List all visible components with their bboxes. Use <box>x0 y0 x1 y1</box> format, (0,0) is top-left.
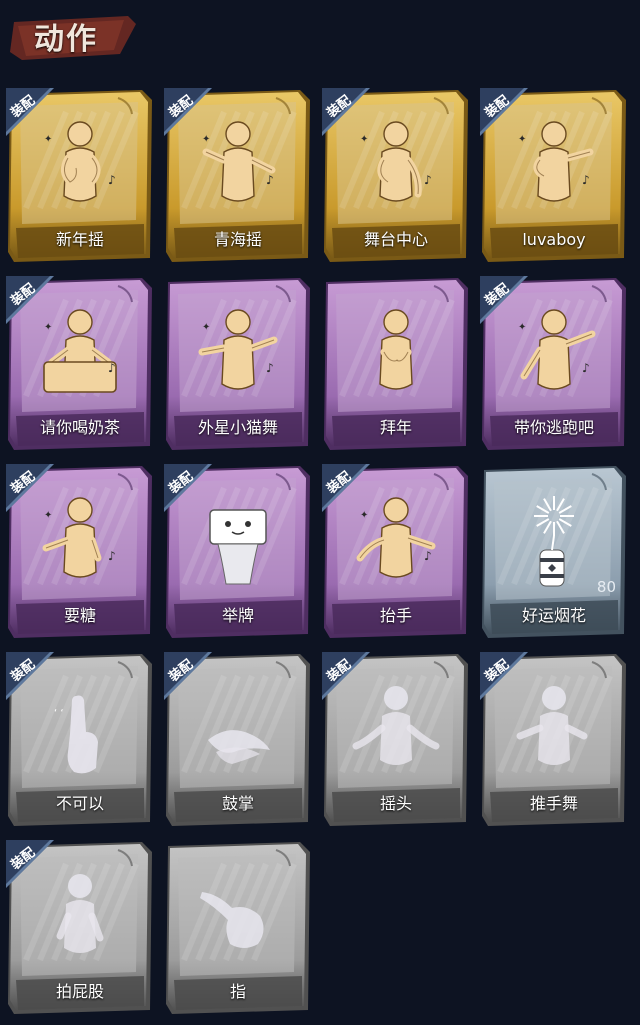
svg-text:♪: ♪ <box>424 549 432 563</box>
svg-text:♪: ♪ <box>108 361 116 375</box>
equipped-badge: 装配 <box>480 276 536 332</box>
emote-card[interactable]: ‘ ‘装配不可以 <box>6 652 154 828</box>
emote-card[interactable]: ♪ ✦ 装配 舞台中心 <box>322 88 470 264</box>
equipped-badge: 装配 <box>6 840 62 896</box>
emote-card[interactable]: 装配推手舞 <box>480 652 628 828</box>
svg-text:♪: ♪ <box>266 361 274 375</box>
emote-card-label: 好运烟花 <box>521 606 586 625</box>
emote-card-label: 抬手 <box>379 606 412 625</box>
emote-icon <box>534 496 574 587</box>
emote-card[interactable]: ♪ ✦ 装配 带你逃跑吧 <box>480 276 628 452</box>
section-header: 动作 <box>0 0 640 78</box>
svg-text:♪: ♪ <box>582 173 590 187</box>
svg-text:♪: ♪ <box>108 549 116 563</box>
equipped-badge: 装配 <box>6 88 62 144</box>
emote-card-label: 请你喝奶茶 <box>39 418 120 437</box>
svg-text:♪: ♪ <box>582 361 590 375</box>
emote-card-label: 青海摇 <box>213 230 262 249</box>
emote-card[interactable]: 拜年 <box>322 276 470 452</box>
emote-icon: ♪✦ <box>198 309 278 390</box>
equipped-badge: 装配 <box>6 276 62 332</box>
emote-card[interactable]: 指 <box>164 840 312 1016</box>
item-count: 80 <box>596 578 616 596</box>
firework-icon <box>534 496 574 587</box>
figure-slap-icon <box>56 874 104 953</box>
emote-card[interactable]: 装配举牌 <box>164 464 312 640</box>
emote-card-label: 推手舞 <box>529 794 578 813</box>
svg-text:♪: ♪ <box>108 173 116 187</box>
emote-card-label: luvaboy <box>522 230 586 249</box>
emote-card[interactable]: 装配拍屁股 <box>6 840 154 1016</box>
emote-card-label: 外星小猫舞 <box>197 418 278 437</box>
equipped-badge: 装配 <box>164 88 220 144</box>
svg-text:♪: ♪ <box>424 173 432 187</box>
emote-card-label: 拜年 <box>379 418 412 437</box>
emote-card[interactable]: ♪ ✦ 装配 青海摇 <box>164 88 312 264</box>
emote-card[interactable]: ♪ ✦ 装配 要糖 <box>6 464 154 640</box>
figure-cat-dance-icon: ♪✦ <box>198 309 278 390</box>
equipped-badge: 装配 <box>322 88 378 144</box>
equipped-badge: 装配 <box>6 652 62 708</box>
emote-card-label: 拍屁股 <box>55 982 104 1001</box>
svg-text:♪: ♪ <box>266 173 274 187</box>
svg-text:‘ ‘: ‘ ‘ <box>54 708 64 719</box>
emote-card-label: 鼓掌 <box>221 794 254 813</box>
emote-card[interactable]: ♪ ✦ 装配 luvaboy <box>480 88 628 264</box>
emote-card-label: 指 <box>229 982 246 1001</box>
emote-card[interactable]: ♪ ✦ 装配 抬手 <box>322 464 470 640</box>
emote-card-label: 新年摇 <box>55 230 104 249</box>
clap-icon <box>208 730 270 764</box>
emote-card-label: 举牌 <box>221 606 254 625</box>
emote-card[interactable]: ♪ ✦ 装配 请你喝奶茶 <box>6 276 154 452</box>
equipped-badge: 装配 <box>322 464 378 520</box>
emote-card-label: 摇头 <box>379 794 412 813</box>
equipped-badge: 装配 <box>322 652 378 708</box>
emote-card[interactable]: ♪ ✦ 装配 新年摇 <box>6 88 154 264</box>
emote-card[interactable]: ♪ ✦ 外星小猫舞 <box>164 276 312 452</box>
equipped-badge: 装配 <box>164 464 220 520</box>
equipped-badge: 装配 <box>164 652 220 708</box>
figure-hold-sign-icon <box>209 509 267 585</box>
pointing-hand-icon <box>200 892 264 948</box>
equipped-badge: 装配 <box>480 88 536 144</box>
emote-card-label: 不可以 <box>55 794 104 813</box>
emote-card[interactable]: 装配摇头 <box>322 652 470 828</box>
emote-card-label: 要糖 <box>63 606 96 625</box>
emote-icon <box>200 892 264 948</box>
figure-bow-icon <box>379 309 413 390</box>
equipped-badge: 装配 <box>480 652 536 708</box>
emote-icon <box>379 309 413 390</box>
svg-text:✦: ✦ <box>202 322 210 333</box>
emote-card-label: 带你逃跑吧 <box>513 418 594 437</box>
equipped-badge: 装配 <box>6 464 62 520</box>
emote-card-label: 舞台中心 <box>363 230 428 249</box>
page-title: 动作 <box>34 22 98 57</box>
emote-card[interactable]: 装配鼓掌 <box>164 652 312 828</box>
emote-card[interactable]: 80 好运烟花 <box>480 464 628 640</box>
